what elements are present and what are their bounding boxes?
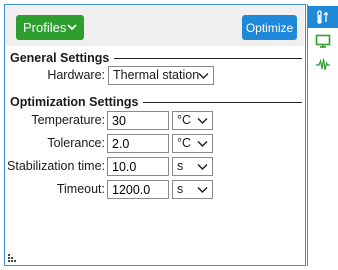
chevron-down-icon bbox=[197, 117, 208, 125]
stabilization-unit-select[interactable]: s bbox=[172, 157, 213, 176]
optimization-settings-title: Optimization Settings bbox=[10, 95, 139, 109]
tolerance-input[interactable] bbox=[107, 134, 169, 153]
timeout-unit-select[interactable]: s bbox=[172, 180, 213, 199]
hardware-select-value: Thermal station bbox=[113, 68, 200, 82]
tolerance-unit-select[interactable]: °C bbox=[172, 134, 213, 153]
side-tab-bar bbox=[307, 4, 338, 266]
toolbar: Profiles Optimize bbox=[6, 6, 304, 46]
section-divider bbox=[143, 102, 302, 103]
chevron-down-icon bbox=[197, 186, 208, 194]
tab-monitor[interactable] bbox=[308, 30, 338, 52]
timeout-label: Timeout: bbox=[56, 182, 105, 196]
tab-waveform[interactable] bbox=[308, 54, 338, 76]
timeout-input[interactable] bbox=[107, 180, 169, 199]
temperature-label: Temperature: bbox=[31, 113, 105, 127]
temperature-unit-value: °C bbox=[177, 113, 192, 127]
general-settings-title: General Settings bbox=[10, 51, 110, 65]
stabilization-time-input[interactable] bbox=[107, 157, 169, 176]
timeout-unit-value: s bbox=[177, 182, 184, 196]
stabilization-time-label: Stabilization time: bbox=[7, 159, 105, 173]
chevron-down-icon bbox=[198, 72, 209, 80]
general-settings-header: General Settings bbox=[10, 51, 302, 65]
chevron-down-icon bbox=[67, 24, 77, 31]
chevron-down-icon bbox=[197, 163, 208, 171]
section-divider bbox=[114, 58, 302, 59]
waveform-icon bbox=[316, 58, 330, 71]
settings-panel: Profiles Optimize General Settings Hardw… bbox=[4, 4, 306, 266]
hardware-label: Hardware: bbox=[47, 68, 105, 82]
hardware-select[interactable]: Thermal station bbox=[108, 66, 214, 85]
tab-thermometer[interactable] bbox=[308, 6, 338, 28]
stabilization-unit-value: s bbox=[177, 159, 184, 173]
resize-grip-icon[interactable] bbox=[7, 253, 17, 263]
chevron-down-icon bbox=[197, 140, 208, 148]
tolerance-unit-value: °C bbox=[177, 136, 192, 150]
tolerance-label: Tolerance: bbox=[47, 136, 105, 150]
temperature-unit-select[interactable]: °C bbox=[172, 111, 213, 130]
temperature-input[interactable] bbox=[107, 111, 169, 130]
optimization-settings-header: Optimization Settings bbox=[10, 95, 302, 109]
profiles-button[interactable]: Profiles bbox=[16, 15, 84, 40]
profiles-button-label: Profiles bbox=[23, 20, 67, 35]
thermometer-icon bbox=[317, 10, 329, 24]
monitor-icon bbox=[315, 34, 331, 48]
optimize-button[interactable]: Optimize bbox=[242, 15, 297, 40]
optimize-button-label: Optimize bbox=[245, 20, 294, 35]
